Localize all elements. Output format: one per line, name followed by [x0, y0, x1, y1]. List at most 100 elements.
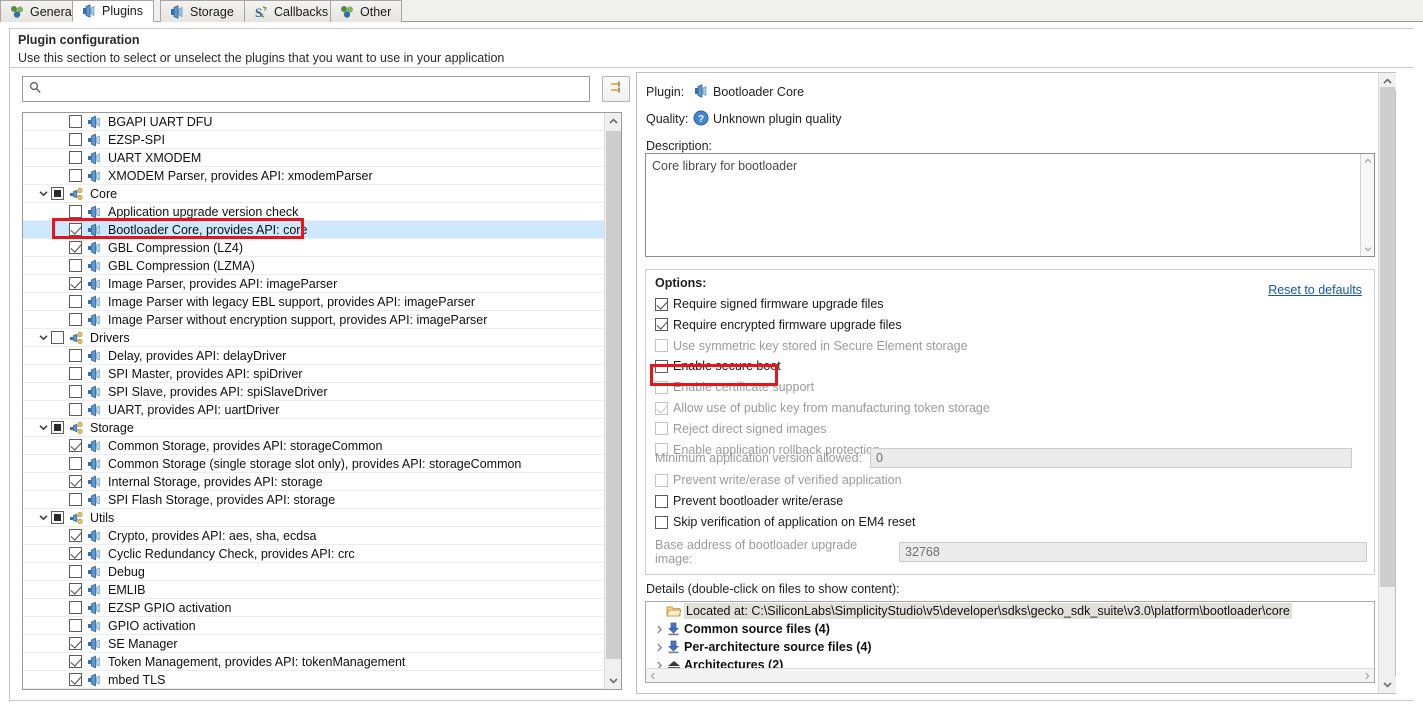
tree-checkbox[interactable] — [51, 187, 64, 200]
option-row[interactable]: Require signed firmware upgrade files — [655, 297, 884, 311]
scroll-thumb[interactable] — [606, 131, 621, 659]
tree-plugin-row[interactable]: SPI Flash Storage, provides API: storage — [23, 491, 605, 509]
tab-storage[interactable]: Storage — [160, 0, 245, 22]
base-address-input[interactable]: 32768 — [899, 542, 1367, 562]
tree-checkbox[interactable] — [69, 601, 82, 614]
tree-checkbox[interactable] — [69, 565, 82, 578]
details-row[interactable]: Per-architecture source files (4) — [646, 638, 1374, 656]
tree-checkbox[interactable] — [69, 583, 82, 596]
option-checkbox[interactable] — [655, 494, 668, 508]
tree-checkbox[interactable] — [69, 151, 82, 164]
plugin-tree[interactable]: BGAPI UART DFU EZSP-SPI UART XMODEM XMODEM … — [22, 112, 622, 690]
tree-plugin-row[interactable]: XMODEM Parser, provides API: xmodemParse… — [23, 167, 605, 185]
scroll-up-icon[interactable] — [605, 113, 621, 130]
option-checkbox[interactable] — [655, 422, 668, 436]
option-row[interactable]: Skip verification of application on EM4 … — [655, 515, 916, 529]
tree-checkbox[interactable] — [69, 367, 82, 380]
tree-checkbox[interactable] — [69, 655, 82, 668]
plugin-tree-scrollbar[interactable] — [604, 113, 621, 689]
option-checkbox[interactable] — [655, 339, 668, 353]
tree-checkbox[interactable] — [51, 421, 64, 434]
details-hscrollbar[interactable] — [646, 668, 1374, 682]
tree-checkbox[interactable] — [69, 457, 82, 470]
tree-checkbox[interactable] — [69, 493, 82, 506]
option-checkbox[interactable] — [655, 318, 668, 332]
option-checkbox[interactable] — [655, 473, 668, 487]
tree-plugin-row[interactable]: Image Parser with legacy EBL support, pr… — [23, 293, 605, 311]
tree-plugin-row[interactable]: GBL Compression (LZ4) — [23, 239, 605, 257]
scroll-right-icon[interactable] — [1360, 669, 1374, 682]
option-row[interactable]: Reject direct signed images — [655, 422, 827, 436]
tree-checkbox[interactable] — [69, 547, 82, 560]
tree-checkbox[interactable] — [69, 529, 82, 542]
tree-checkbox[interactable] — [69, 349, 82, 362]
tree-plugin-row[interactable]: Application upgrade version check — [23, 203, 605, 221]
chevron-down-icon[interactable] — [35, 419, 51, 437]
tree-checkbox[interactable] — [69, 223, 82, 236]
option-checkbox[interactable] — [655, 401, 668, 415]
chevron-down-icon[interactable] — [35, 329, 51, 347]
scroll-down-icon[interactable] — [605, 672, 621, 689]
option-row[interactable]: Enable certificate support — [655, 380, 814, 394]
tree-plugin-row[interactable]: BGAPI UART DFU — [23, 113, 605, 131]
tree-checkbox[interactable] — [69, 619, 82, 632]
scroll-left-icon[interactable] — [646, 669, 660, 682]
option-checkbox[interactable] — [655, 515, 668, 529]
tree-plugin-row[interactable]: GBL Compression (LZMA) — [23, 257, 605, 275]
scroll-down-icon[interactable] — [1361, 242, 1374, 256]
tree-checkbox[interactable] — [69, 169, 82, 182]
tree-checkbox[interactable] — [69, 673, 82, 686]
filter-button[interactable] — [602, 76, 630, 102]
tree-plugin-row[interactable]: Image Parser, provides API: imageParser — [23, 275, 605, 293]
tree-checkbox[interactable] — [69, 637, 82, 650]
tab-callbacks[interactable]: S Callbacks — [244, 0, 340, 22]
scroll-up-icon[interactable] — [1361, 154, 1374, 168]
tree-checkbox[interactable] — [69, 205, 82, 218]
search-input[interactable] — [42, 78, 589, 100]
tree-checkbox[interactable] — [69, 439, 82, 452]
tree-plugin-row[interactable]: Internal Storage, provides API: storage — [23, 473, 605, 491]
tree-checkbox[interactable] — [69, 403, 82, 416]
tree-checkbox[interactable] — [69, 277, 82, 290]
tree-plugin-row[interactable]: SPI Slave, provides API: spiSlaveDriver — [23, 383, 605, 401]
tree-plugin-row[interactable]: Delay, provides API: delayDriver — [23, 347, 605, 365]
chevron-down-icon[interactable] — [35, 185, 51, 203]
details-row[interactable]: Common source files (4) — [646, 620, 1374, 638]
tree-plugin-row[interactable]: UART, provides API: uartDriver — [23, 401, 605, 419]
tree-plugin-row[interactable]: mbed TLS — [23, 671, 605, 689]
tree-checkbox[interactable] — [69, 295, 82, 308]
tree-plugin-row[interactable]: Image Parser without encryption support,… — [23, 311, 605, 329]
details-row[interactable]: Located at: C:\SiliconLabs\SimplicityStu… — [646, 602, 1374, 620]
tab-plugins[interactable]: Plugins — [72, 0, 154, 22]
option-checkbox[interactable] — [655, 380, 668, 394]
tab-other[interactable]: Other — [330, 0, 403, 22]
chevron-down-icon[interactable] — [35, 509, 51, 527]
tree-plugin-row[interactable]: Common Storage, provides API: storageCom… — [23, 437, 605, 455]
tree-plugin-row[interactable]: UART XMODEM — [23, 149, 605, 167]
tree-plugin-row[interactable]: Debug — [23, 563, 605, 581]
tree-group-row[interactable]: Storage — [23, 419, 605, 437]
tree-group-row[interactable]: Drivers — [23, 329, 605, 347]
tree-checkbox[interactable] — [51, 331, 64, 344]
chevron-right-icon[interactable] — [652, 625, 666, 634]
scroll-down-icon[interactable] — [1379, 676, 1396, 693]
description-box[interactable]: Core library for bootloader — [645, 153, 1375, 257]
tree-checkbox[interactable] — [69, 115, 82, 128]
chevron-right-icon[interactable] — [652, 643, 666, 652]
tree-checkbox[interactable] — [69, 475, 82, 488]
scroll-thumb[interactable] — [1380, 87, 1395, 587]
details-tree[interactable]: Located at: C:\SiliconLabs\SimplicityStu… — [645, 601, 1375, 683]
tree-checkbox[interactable] — [69, 241, 82, 254]
tree-checkbox[interactable] — [69, 259, 82, 272]
tree-plugin-row[interactable]: Cyclic Redundancy Check, provides API: c… — [23, 545, 605, 563]
tree-plugin-row[interactable]: Token Management, provides API: tokenMan… — [23, 653, 605, 671]
tree-plugin-row[interactable]: Common Storage (single storage slot only… — [23, 455, 605, 473]
tree-group-row[interactable]: Core — [23, 185, 605, 203]
option-row[interactable]: Prevent write/erase of verified applicat… — [655, 473, 902, 487]
option-row[interactable]: Prevent bootloader write/erase — [655, 494, 843, 508]
reset-to-defaults-link[interactable]: Reset to defaults — [1268, 283, 1362, 297]
tree-checkbox[interactable] — [69, 385, 82, 398]
tree-group-row[interactable]: Utils — [23, 509, 605, 527]
tree-plugin-row[interactable]: SPI Master, provides API: spiDriver — [23, 365, 605, 383]
tree-checkbox[interactable] — [51, 511, 64, 524]
